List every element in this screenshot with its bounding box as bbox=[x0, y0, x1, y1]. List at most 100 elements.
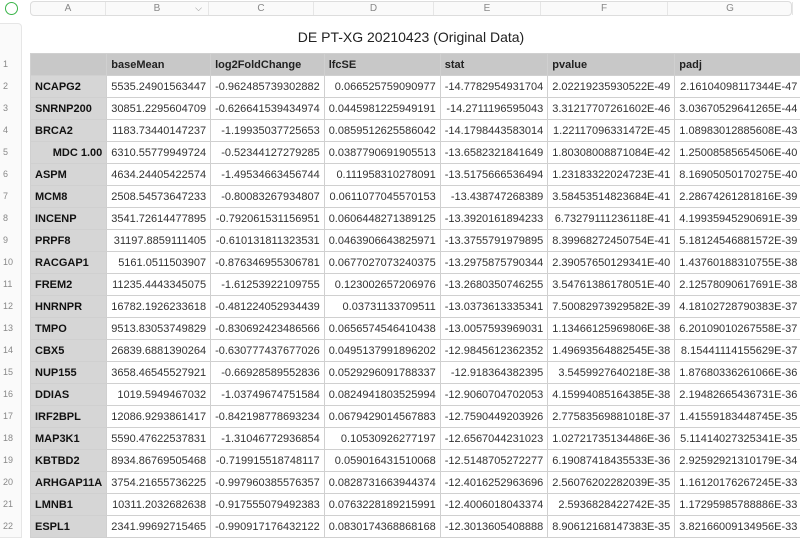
data-cell[interactable]: -1.03749674751584 bbox=[210, 383, 325, 406]
column-letter-E[interactable]: E bbox=[434, 2, 541, 15]
data-cell[interactable]: 1.25008585654506E-40 bbox=[674, 141, 800, 164]
data-cell[interactable]: -14.1798443583014 bbox=[439, 119, 549, 142]
data-cell[interactable]: 3.58453514823684E-41 bbox=[547, 185, 676, 208]
row-number[interactable]: 7 bbox=[0, 191, 20, 201]
data-cell[interactable]: 0.066525759090977 bbox=[323, 75, 441, 98]
row-number[interactable]: 1 bbox=[0, 59, 20, 69]
data-cell[interactable]: -0.80083267934807 bbox=[210, 185, 325, 208]
gene-name-cell[interactable]: NCAPG2 bbox=[29, 75, 108, 98]
data-cell[interactable]: 0.03731133709511 bbox=[323, 295, 441, 318]
gene-name-cell[interactable]: MDC 1.00 bbox=[29, 141, 108, 164]
data-cell[interactable]: -0.66928589552836 bbox=[210, 361, 325, 384]
data-cell[interactable]: -12.4016252963696 bbox=[439, 471, 549, 494]
data-cell[interactable]: 2.16104098117344E-47 bbox=[674, 75, 800, 98]
row-number[interactable]: 18 bbox=[0, 433, 20, 443]
data-cell[interactable]: 1.17295985788886E-33 bbox=[674, 493, 800, 516]
data-cell[interactable]: 3658.46545527921 bbox=[106, 361, 212, 384]
column-letter-C[interactable]: C bbox=[209, 2, 314, 15]
column-letter-B[interactable]: B ⌵ bbox=[106, 2, 209, 15]
data-cell[interactable]: 1.80308008871084E-42 bbox=[547, 141, 676, 164]
data-cell[interactable]: -12.7590449203926 bbox=[439, 405, 549, 428]
data-cell[interactable]: 0.123002657206976 bbox=[323, 273, 441, 296]
data-cell[interactable]: -12.9060704702053 bbox=[439, 383, 549, 406]
data-cell[interactable]: 2.5936828422742E-35 bbox=[547, 493, 676, 516]
row-number[interactable]: 17 bbox=[0, 411, 20, 421]
data-cell[interactable]: 2.77583569881018E-37 bbox=[547, 405, 676, 428]
data-cell[interactable]: 6.73279111236118E-41 bbox=[547, 207, 676, 230]
data-cell[interactable]: -0.719915518748117 bbox=[210, 449, 325, 472]
data-cell[interactable]: 0.0824941803525994 bbox=[323, 383, 441, 406]
column-header[interactable]: log2FoldChange bbox=[210, 53, 325, 76]
data-cell[interactable]: 1.13466125969806E-38 bbox=[547, 317, 676, 340]
data-cell[interactable]: 6.19087418435533E-36 bbox=[547, 449, 676, 472]
data-cell[interactable]: 1.08983012885608E-43 bbox=[674, 119, 800, 142]
row-number[interactable]: 20 bbox=[0, 477, 20, 487]
column-header[interactable]: stat bbox=[439, 53, 549, 76]
data-cell[interactable]: -1.61253922109755 bbox=[210, 273, 325, 296]
data-cell[interactable]: 1.49693564882545E-38 bbox=[547, 339, 676, 362]
data-cell[interactable]: 1.02721735134486E-36 bbox=[547, 427, 676, 450]
data-cell[interactable]: 8.16905050170275E-40 bbox=[674, 163, 800, 186]
data-cell[interactable]: 0.0529296091788337 bbox=[323, 361, 441, 384]
data-cell[interactable]: -0.481224052934439 bbox=[210, 295, 325, 318]
data-cell[interactable]: 7.50082973929582E-39 bbox=[547, 295, 676, 318]
gene-name-cell[interactable]: MCM8 bbox=[29, 185, 108, 208]
data-cell[interactable]: -12.5148705272277 bbox=[439, 449, 549, 472]
gene-name-cell[interactable]: CBX5 bbox=[29, 339, 108, 362]
data-cell[interactable]: -12.4006018043374 bbox=[439, 493, 549, 516]
row-number[interactable]: 6 bbox=[0, 169, 20, 179]
row-number[interactable]: 16 bbox=[0, 389, 20, 399]
gene-name-cell[interactable]: MAP3K1 bbox=[29, 427, 108, 450]
data-cell[interactable]: 2.92592921310179E-34 bbox=[674, 449, 800, 472]
gene-name-cell[interactable]: IRF2BPL bbox=[29, 405, 108, 428]
data-cell[interactable]: -0.990917176432122 bbox=[210, 515, 325, 538]
gene-name-cell[interactable]: ESPL1 bbox=[29, 515, 108, 538]
row-number[interactable]: 5 bbox=[0, 147, 20, 157]
gene-name-cell[interactable]: ARHGAP11A bbox=[29, 471, 108, 494]
data-cell[interactable]: 8.15441114155629E-37 bbox=[674, 339, 800, 362]
data-cell[interactable]: 0.111958310278091 bbox=[323, 163, 441, 186]
data-cell[interactable]: -13.3755791979895 bbox=[439, 229, 549, 252]
data-cell[interactable]: 1.43760188310755E-38 bbox=[674, 251, 800, 274]
data-cell[interactable]: 0.0611077045570153 bbox=[323, 185, 441, 208]
data-cell[interactable]: 2.12578090617691E-38 bbox=[674, 273, 800, 296]
data-cell[interactable]: 0.059016431510068 bbox=[323, 449, 441, 472]
data-cell[interactable]: 5.18124546881572E-39 bbox=[674, 229, 800, 252]
row-number[interactable]: 14 bbox=[0, 345, 20, 355]
column-letter-G[interactable]: G bbox=[668, 2, 793, 15]
data-cell[interactable]: 4.18102728790383E-37 bbox=[674, 295, 800, 318]
data-cell[interactable]: 31197.8859111405 bbox=[106, 229, 212, 252]
data-cell[interactable]: -0.876346955306781 bbox=[210, 251, 325, 274]
data-cell[interactable]: 2.56076202282039E-35 bbox=[547, 471, 676, 494]
data-cell[interactable]: 6.20109010267558E-37 bbox=[674, 317, 800, 340]
select-all-circle-icon[interactable] bbox=[5, 2, 18, 15]
data-cell[interactable]: 3.54761386178051E-40 bbox=[547, 273, 676, 296]
chevron-down-icon[interactable]: ⌵ bbox=[195, 2, 202, 15]
data-cell[interactable]: 10311.2032682638 bbox=[106, 493, 212, 516]
data-cell[interactable]: -1.31046772936854 bbox=[210, 427, 325, 450]
gene-name-cell[interactable]: BRCA2 bbox=[29, 119, 108, 142]
data-cell[interactable]: 0.0387790691905513 bbox=[323, 141, 441, 164]
data-cell[interactable]: 1.22117096331472E-45 bbox=[547, 119, 676, 142]
data-cell[interactable]: 12086.9293861417 bbox=[106, 405, 212, 428]
data-cell[interactable]: -13.438747268389 bbox=[439, 185, 549, 208]
data-cell[interactable]: -12.9845612362352 bbox=[439, 339, 549, 362]
column-header[interactable]: baseMean bbox=[106, 53, 212, 76]
column-header[interactable]: padj bbox=[674, 53, 800, 76]
data-cell[interactable]: 6310.55779949724 bbox=[106, 141, 212, 164]
data-cell[interactable]: 4.19935945290691E-39 bbox=[674, 207, 800, 230]
column-header[interactable] bbox=[29, 53, 108, 76]
row-number[interactable]: 19 bbox=[0, 455, 20, 465]
data-cell[interactable]: -0.830692423486566 bbox=[210, 317, 325, 340]
data-cell[interactable]: 8.90612168147383E-35 bbox=[547, 515, 676, 538]
data-cell[interactable]: 5.11414027325341E-35 bbox=[674, 427, 800, 450]
data-cell[interactable]: 0.10530926277197 bbox=[323, 427, 441, 450]
row-number[interactable]: 12 bbox=[0, 301, 20, 311]
gene-name-cell[interactable]: SNRNP200 bbox=[29, 97, 108, 120]
data-cell[interactable]: 3.5459927640218E-38 bbox=[547, 361, 676, 384]
data-cell[interactable]: 2508.54573647233 bbox=[106, 185, 212, 208]
data-cell[interactable]: 2.02219235930522E-49 bbox=[547, 75, 676, 98]
data-cell[interactable]: -0.792061531156951 bbox=[210, 207, 325, 230]
data-cell[interactable]: 8934.86769505468 bbox=[106, 449, 212, 472]
data-cell[interactable]: 0.0606448271389125 bbox=[323, 207, 441, 230]
